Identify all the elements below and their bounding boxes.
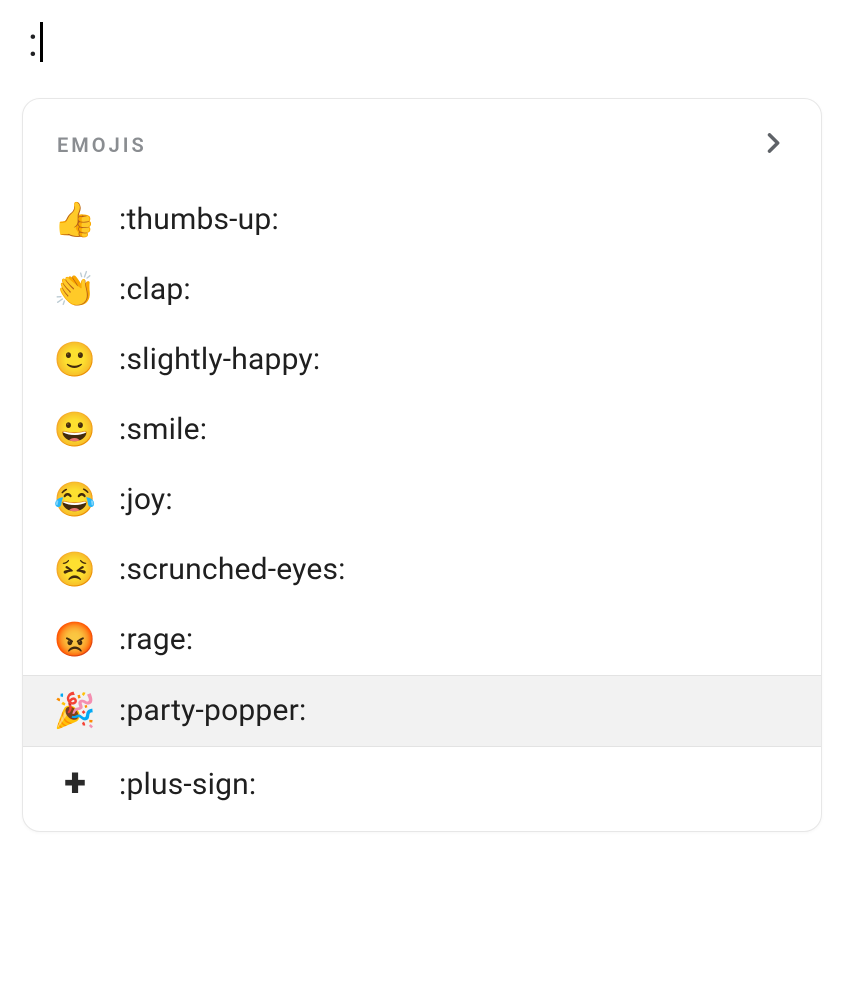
emoji-list: 👍 :thumbs-up: 👏 :clap: 🙂 :slightly-happy: 😀 :sm… [23, 177, 821, 823]
emoji-item-slightly-happy[interactable]: 🙂 :slightly-happy: [23, 325, 821, 395]
smile-emoji-icon: 😀 [53, 413, 97, 447]
emoji-code-label: :scrunched-eyes: [119, 555, 346, 585]
joy-emoji-icon: 😂 [53, 483, 97, 517]
popover-title: EMOJIS [57, 133, 147, 157]
emoji-item-rage[interactable]: 😡 :rage: [23, 605, 821, 675]
emoji-code-label: :clap: [119, 275, 191, 305]
rage-emoji-icon: 😡 [53, 623, 97, 657]
popover-header: EMOJIS [23, 99, 821, 177]
emoji-item-plus-sign[interactable]: + :plus-sign: [23, 747, 821, 823]
slightly-happy-emoji-icon: 🙂 [53, 343, 97, 377]
emoji-item-party-popper[interactable]: 🎉 :party-popper: [23, 675, 821, 747]
emoji-code-label: :joy: [119, 485, 173, 515]
emoji-code-label: :plus-sign: [119, 770, 256, 800]
typed-text: : [28, 19, 38, 66]
emoji-code-label: :smile: [119, 415, 207, 445]
text-caret [40, 22, 43, 62]
emoji-item-thumbs-up[interactable]: 👍 :thumbs-up: [23, 185, 821, 255]
emoji-code-label: :thumbs-up: [119, 205, 279, 235]
plus-icon: + [53, 763, 97, 803]
emoji-code-label: :slightly-happy: [119, 345, 320, 375]
chevron-right-icon[interactable] [759, 129, 787, 161]
emoji-suggestions-popover: EMOJIS 👍 :thumbs-up: 👏 :clap: 🙂 :slightly-hap… [22, 98, 822, 832]
emoji-item-clap[interactable]: 👏 :clap: [23, 255, 821, 325]
emoji-item-joy[interactable]: 😂 :joy: [23, 465, 821, 535]
thumbs-up-emoji-icon: 👍 [53, 203, 97, 237]
emoji-typeahead-input[interactable]: : [22, 14, 836, 70]
emoji-code-label: :rage: [119, 625, 193, 655]
scrunched-eyes-emoji-icon: 😣 [53, 553, 97, 587]
clap-emoji-icon: 👏 [53, 273, 97, 307]
emoji-code-label: :party-popper: [119, 696, 306, 726]
emoji-item-smile[interactable]: 😀 :smile: [23, 395, 821, 465]
party-popper-emoji-icon: 🎉 [53, 694, 97, 728]
emoji-item-scrunched-eyes[interactable]: 😣 :scrunched-eyes: [23, 535, 821, 605]
